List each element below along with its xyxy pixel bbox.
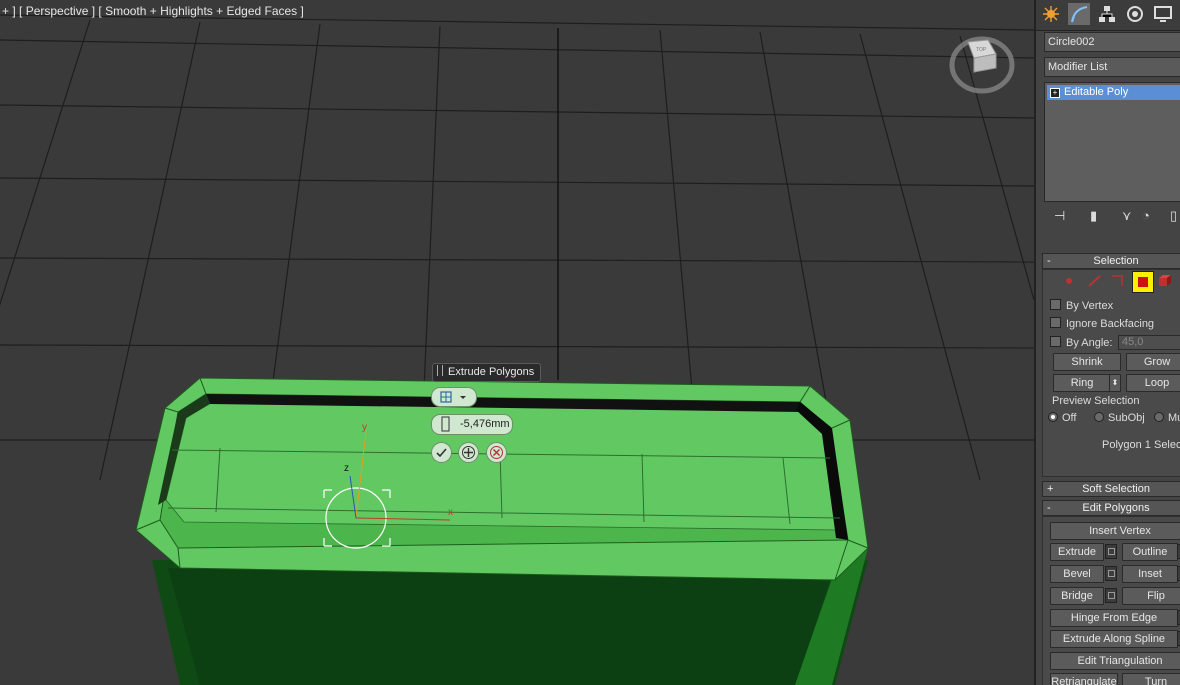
viewport-menu-plus[interactable]: + ] xyxy=(2,4,16,18)
shrink-button[interactable]: Shrink xyxy=(1053,353,1121,371)
extrude-height-value: -5,476mm xyxy=(460,418,510,430)
viewport-label[interactable]: + ] [ Perspective ] [ Smooth + Highlight… xyxy=(2,4,304,18)
turn-button[interactable]: Turn xyxy=(1122,673,1180,685)
caddy-title-text: Extrude Polygons xyxy=(448,366,535,378)
border-icon[interactable] xyxy=(1108,272,1126,290)
remove-modifier-icon[interactable]: ◔ xyxy=(1142,208,1150,223)
bevel-button[interactable]: Bevel xyxy=(1050,565,1104,583)
extrude-along-spline-button[interactable]: Extrude Along Spline xyxy=(1050,630,1178,648)
preview-off-radio[interactable]: Off xyxy=(1048,412,1076,424)
edge-icon[interactable] xyxy=(1086,272,1104,290)
extrude-button[interactable]: Extrude xyxy=(1050,543,1104,561)
edit-triangulation-button[interactable]: Edit Triangulation xyxy=(1050,652,1180,670)
check-icon xyxy=(436,448,447,458)
edit-polygons-rollout-header[interactable]: - Edit Polygons xyxy=(1042,500,1180,516)
extrude-settings-icon[interactable] xyxy=(1105,544,1117,559)
svg-text:x: x xyxy=(448,507,453,518)
plus-icon xyxy=(462,446,475,459)
viewcube-label: TOP xyxy=(976,47,987,53)
loop-button[interactable]: Loop xyxy=(1126,374,1180,392)
show-end-result-icon[interactable]: ▮ xyxy=(1090,208,1097,224)
display-icon[interactable] xyxy=(1152,3,1174,25)
retriangulate-button[interactable]: Retriangulate xyxy=(1050,673,1118,685)
perspective-viewport[interactable]: y x z + ] [ Perspective ] [ Smooth + Hig… xyxy=(0,0,1034,685)
command-panel: Circle002 Modifier List + Editable Poly ⊣… xyxy=(1034,0,1180,685)
vertex-icon[interactable] xyxy=(1060,272,1078,290)
caddy-grip-icon[interactable] xyxy=(437,365,443,376)
by-vertex-checkbox[interactable]: By Vertex xyxy=(1050,299,1113,312)
svg-text:y: y xyxy=(362,422,367,433)
modify-icon[interactable] xyxy=(1068,3,1090,25)
viewcube[interactable]: TOP xyxy=(946,32,1018,96)
hinge-from-edge-button[interactable]: Hinge From Edge xyxy=(1050,609,1178,627)
modifier-stack[interactable]: + Editable Poly xyxy=(1044,82,1180,202)
x-icon xyxy=(490,446,503,459)
object-name-field[interactable]: Circle002 xyxy=(1044,32,1180,52)
stack-tools: ⊣ ▮ ⋎ ◔ ▯ xyxy=(1046,208,1180,226)
stack-item-editable-poly[interactable]: + Editable Poly xyxy=(1047,85,1180,100)
grow-button[interactable]: Grow xyxy=(1126,353,1180,371)
make-unique-icon[interactable]: ⋎ xyxy=(1122,208,1132,224)
height-icon xyxy=(441,416,450,432)
configure-sets-icon[interactable]: ▯ xyxy=(1170,208,1177,224)
inset-button[interactable]: Inset xyxy=(1122,565,1178,583)
command-panel-tabs xyxy=(1036,0,1180,31)
flip-button[interactable]: Flip xyxy=(1122,587,1180,605)
extrusion-type-dropdown[interactable] xyxy=(431,387,477,407)
viewport-scene: y x z xyxy=(0,14,1034,685)
hierarchy-icon[interactable] xyxy=(1096,3,1118,25)
by-angle-checkbox[interactable]: By Angle: xyxy=(1050,336,1112,349)
outline-button[interactable]: Outline xyxy=(1122,543,1178,561)
preview-subobj-radio[interactable]: SubObj xyxy=(1094,412,1145,424)
ignore-backfacing-checkbox[interactable]: Ignore Backfacing xyxy=(1050,317,1154,330)
modifier-list-dropdown[interactable]: Modifier List xyxy=(1044,57,1180,77)
by-angle-field[interactable]: 45,0 xyxy=(1118,335,1180,350)
selection-status: Polygon 1 Selecte xyxy=(1102,439,1180,451)
viewport-shading-label[interactable]: [ Smooth + Highlights + Edged Faces ] xyxy=(98,4,303,18)
cancel-button[interactable] xyxy=(486,442,507,463)
extrude-height-field[interactable]: -5,476mm xyxy=(431,414,513,435)
ring-spinner[interactable]: ⬍ xyxy=(1109,374,1121,392)
bevel-settings-icon[interactable] xyxy=(1105,566,1117,581)
stack-item-label: Editable Poly xyxy=(1064,86,1129,98)
preview-selection-label: Preview Selection xyxy=(1052,395,1140,407)
bridge-button[interactable]: Bridge xyxy=(1050,587,1104,605)
ring-button[interactable]: Ring xyxy=(1053,374,1111,392)
expand-icon[interactable]: + xyxy=(1050,88,1060,98)
insert-vertex-button[interactable]: Insert Vertex xyxy=(1050,522,1180,540)
svg-text:z: z xyxy=(344,463,349,474)
soft-selection-rollout-header[interactable]: + Soft Selection xyxy=(1042,481,1180,497)
element-icon[interactable] xyxy=(1156,272,1174,290)
polygon-icon[interactable] xyxy=(1132,271,1154,293)
caddy-title[interactable]: Extrude Polygons xyxy=(432,363,542,382)
preview-multi-radio[interactable]: Mu xyxy=(1154,412,1180,424)
ok-button[interactable] xyxy=(431,442,452,463)
motion-icon[interactable] xyxy=(1124,3,1146,25)
viewport-point-of-view-label[interactable]: [ Perspective ] xyxy=(19,4,95,18)
apply-and-continue-button[interactable] xyxy=(458,442,479,463)
selection-rollout-header[interactable]: - Selection xyxy=(1042,253,1180,269)
bridge-settings-icon[interactable] xyxy=(1105,588,1117,603)
pin-stack-icon[interactable]: ⊣ xyxy=(1054,208,1065,224)
create-icon[interactable] xyxy=(1040,3,1062,25)
